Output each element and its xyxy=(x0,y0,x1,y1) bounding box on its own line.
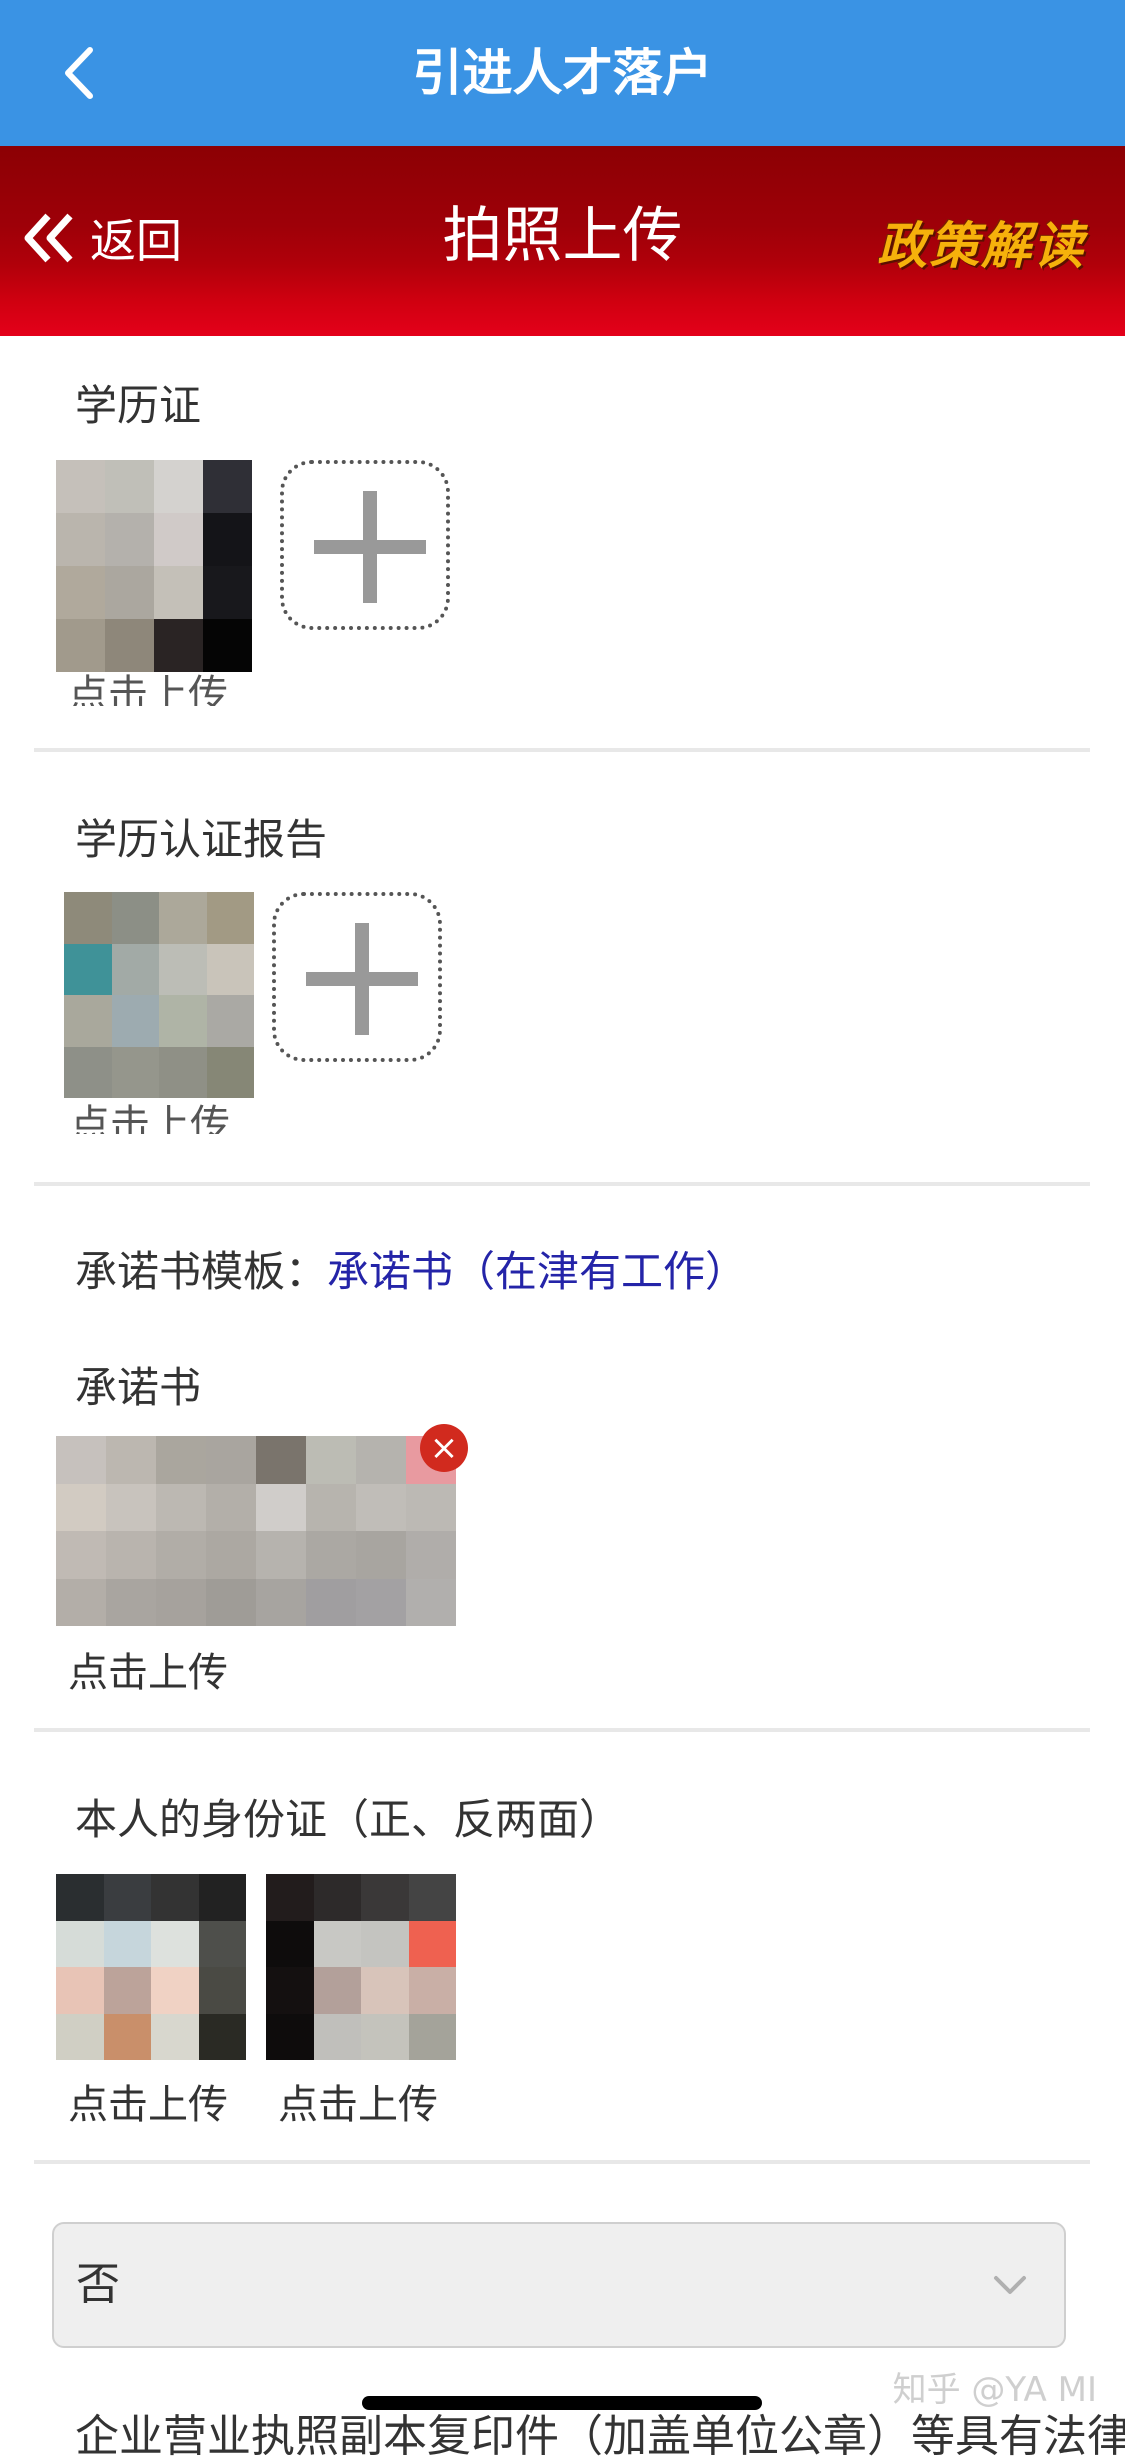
policy-interpretation-button[interactable]: 政策解读 xyxy=(877,206,1085,278)
degree-report-label: 学历认证报告 xyxy=(75,815,328,864)
add-diploma-photo-button[interactable] xyxy=(280,460,450,630)
red-header-bar: 返回 拍照上传 政策解读 xyxy=(0,146,1125,336)
commitment-template-link[interactable]: 承诺书（在津有工作） xyxy=(327,1247,747,1296)
id-back-upload-label[interactable]: 点击上传 xyxy=(278,2072,438,2130)
yes-no-select[interactable]: 否 xyxy=(52,2222,1066,2348)
id-card-front-thumbnail[interactable] xyxy=(56,1874,246,2060)
diploma-upload-label[interactable]: 点击上传 xyxy=(68,662,228,706)
degree-report-photo-thumbnail[interactable] xyxy=(64,892,254,1098)
page-title: 引进人才落户 xyxy=(412,44,713,102)
commitment-photo-thumbnail[interactable] xyxy=(56,1436,456,1626)
template-row: 承诺书模板：承诺书（在津有工作） xyxy=(75,1238,747,1299)
id-card-label: 本人的身份证（正、反两面） xyxy=(75,1795,622,1844)
id-card-back-thumbnail[interactable] xyxy=(266,1874,456,2060)
divider xyxy=(34,1182,1090,1186)
watermark: 知乎 @YA MI xyxy=(892,2370,1097,2410)
top-nav-bar: 引进人才落户 xyxy=(0,0,1125,146)
add-degree-report-photo-button[interactable] xyxy=(272,892,442,1062)
template-label: 承诺书模板： xyxy=(75,1247,328,1296)
diploma-label: 学历证 xyxy=(75,381,202,430)
divider xyxy=(34,1728,1090,1732)
divider xyxy=(34,2160,1090,2164)
chevron-down-icon xyxy=(994,2276,1026,2294)
diploma-photo-thumbnail[interactable] xyxy=(56,460,252,672)
commitment-label: 承诺书 xyxy=(75,1363,202,1412)
divider xyxy=(34,748,1090,752)
home-indicator[interactable] xyxy=(362,2396,762,2410)
degree-report-upload-label[interactable]: 点击上传 xyxy=(70,1092,230,1134)
id-front-upload-label[interactable]: 点击上传 xyxy=(68,2072,228,2130)
select-value: 否 xyxy=(76,2259,120,2310)
delete-photo-icon[interactable]: × xyxy=(420,1424,468,1472)
commitment-upload-label[interactable]: 点击上传 xyxy=(68,1640,228,1698)
